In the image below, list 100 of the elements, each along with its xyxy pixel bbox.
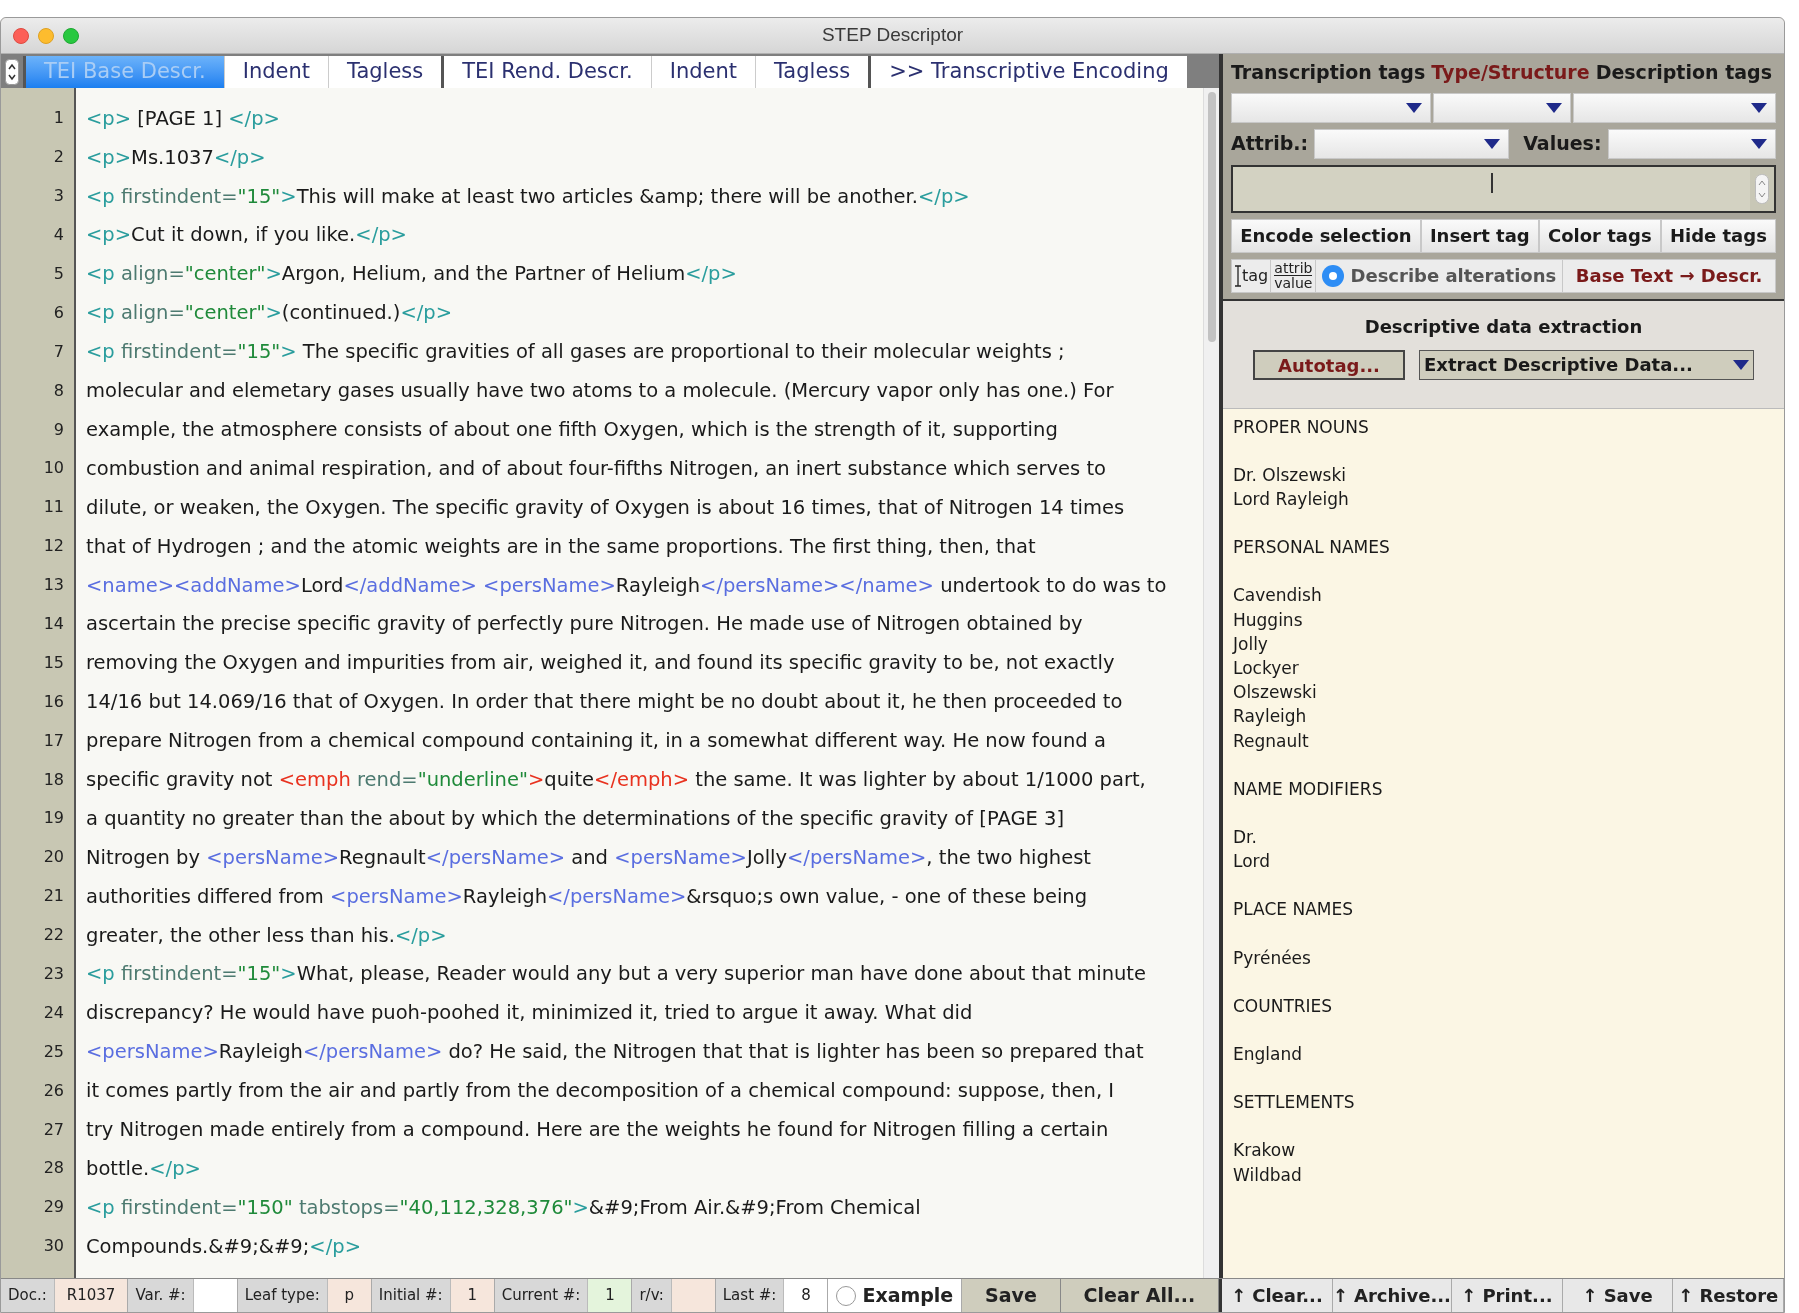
zoom-button[interactable]: [63, 27, 79, 44]
code-line: <p align="center">(continued.)</p>: [86, 300, 453, 327]
minimize-button[interactable]: [38, 27, 54, 44]
code-line: that of Hydrogen ; and the atomic weights are in the same proportions. The first thing, then, that: [86, 533, 1036, 560]
field-label: Doc.:: [7, 1285, 48, 1307]
close-button[interactable]: [13, 27, 29, 44]
tab[interactable]: Indent: [650, 56, 755, 88]
code-line: <p align="center">Argon, Helium, and the Partner of Helium</p>: [86, 261, 737, 288]
line-number: 9: [53, 418, 64, 441]
line-number: 16: [43, 690, 64, 713]
code-line: <persName>Rayleigh</persName> do? He said, the Nitrogen that that is lighter has been so prepared that: [86, 1039, 1144, 1066]
field-value[interactable]: 1: [587, 1279, 632, 1312]
line-number: 4: [53, 224, 64, 247]
tab[interactable]: Tagless: [328, 56, 442, 88]
scrollbar[interactable]: [1203, 88, 1219, 1278]
code-line: discrepancy? He would have puoh-poohed it, minimized it, tried to argue it away. What did: [86, 1000, 973, 1027]
code-line: <p> [PAGE 1] </p>: [86, 105, 280, 132]
dropdown[interactable]: [1573, 92, 1776, 123]
line-number: 21: [43, 885, 64, 908]
text-cursor-icon: [1490, 172, 1493, 193]
action-button[interactable]: ↑ Restore: [1673, 1279, 1784, 1312]
line-number: 30: [43, 1235, 64, 1258]
panel-button[interactable]: Hide tags: [1660, 218, 1776, 253]
field-value[interactable]: p: [326, 1279, 371, 1312]
dropdown[interactable]: [1433, 92, 1571, 123]
stepper-icon[interactable]: [5, 59, 19, 85]
code-line: <p>Cut it down, if you like.</p>: [86, 222, 407, 249]
dropdown-arrow-icon: [1484, 138, 1501, 149]
action-button[interactable]: ↑ Archive...: [1332, 1279, 1452, 1312]
describe-alterations-radio[interactable]: Describe alterations: [1316, 259, 1564, 292]
line-number: 27: [43, 1118, 64, 1141]
line-number: 22: [43, 924, 64, 947]
attrib-value-button[interactable]: attrib value: [1271, 259, 1317, 292]
dropdown[interactable]: [1607, 128, 1776, 159]
tag-insert-button[interactable]: tag: [1232, 259, 1272, 292]
line-number: 12: [43, 535, 64, 558]
extract-dropdown[interactable]: Extract Descriptive Data...: [1419, 349, 1754, 380]
line-number: 2: [53, 146, 64, 169]
code-line: Nitrogen by <persName>Regnault</persName> and <persName>Jolly</persName>, the two highest: [86, 844, 1091, 871]
code-line: a quantity no greater than the about by which the determinations of the specific gravity of [PAGE 3]: [86, 805, 1065, 832]
code-line: molecular and elemetary gases usually have two atoms to a molecule. (Mercury vapor only has one.) For: [86, 378, 1114, 405]
list-item: England: [1233, 1042, 1303, 1066]
tab[interactable]: Tagless: [755, 56, 869, 88]
field-label: r/v:: [638, 1285, 665, 1307]
panel-button[interactable]: Insert tag: [1420, 218, 1539, 253]
line-number: 29: [43, 1196, 64, 1219]
list-item: Lord Rayleigh: [1233, 487, 1350, 511]
list-item: Wildbad: [1233, 1163, 1303, 1187]
code-line: 14/16 but 14.069/16 that of Oxygen. In order that there might be no doubt about it, he then proceeded to: [86, 689, 1123, 716]
field-label: Initial #:: [377, 1285, 444, 1307]
line-number: 20: [43, 846, 64, 869]
list-heading: PERSONAL NAMES: [1233, 536, 1391, 560]
field-value[interactable]: R1037: [53, 1279, 128, 1312]
values-label: Values:: [1523, 131, 1602, 157]
scrollbar-thumb[interactable]: [1207, 92, 1216, 342]
example-radio[interactable]: Example: [828, 1279, 963, 1312]
autotag-button[interactable]: Autotag...: [1253, 349, 1405, 380]
list-item: Dr. Olszewski: [1233, 463, 1347, 487]
line-number: 10: [43, 457, 64, 480]
code-line: try Nitrogen made entirely from a compound. Here are the weights he found for Nitrogen filling a certain: [86, 1116, 1109, 1143]
line-number: 1: [53, 107, 64, 130]
list-heading: PLACE NAMES: [1233, 898, 1354, 922]
status-button[interactable]: Clear All...: [1060, 1279, 1219, 1312]
column-header: Transcription tags: [1231, 60, 1426, 85]
line-number: 24: [43, 1001, 64, 1024]
status-button[interactable]: Save: [962, 1279, 1061, 1312]
dropdown[interactable]: [1231, 92, 1431, 123]
line-number: 23: [43, 963, 64, 986]
tab[interactable]: Indent: [223, 56, 329, 88]
code-line: Compounds.&#9;&#9;</p>: [86, 1233, 361, 1260]
field-label: Last #:: [721, 1285, 778, 1307]
dropdown-arrow-icon: [1733, 359, 1749, 370]
code-line: ascertain the precise specific gravity of perfectly pure Nitrogen. He made use of Nitrogen obtained by: [86, 611, 1083, 638]
list-item: Jolly: [1233, 632, 1269, 656]
section-title: Descriptive data extraction: [1364, 314, 1643, 339]
panel-button[interactable]: Encode selection: [1231, 218, 1421, 253]
list-heading: PROPER NOUNS: [1233, 415, 1370, 439]
tab[interactable]: TEI Rend. Descr.: [441, 56, 651, 88]
line-number: 18: [43, 768, 64, 791]
code-line: dilute, or weaken, the Oxygen. The specific gravity of Oxygen is about 16 times, that of Nitrogen 14 times: [86, 494, 1125, 521]
field-value[interactable]: [192, 1279, 237, 1312]
action-button[interactable]: ↑ Clear...: [1222, 1279, 1333, 1312]
dropdown-arrow-icon: [1406, 102, 1422, 113]
list-item: Krakow: [1233, 1139, 1297, 1163]
code-line: removing the Oxygen and impurities from air, weighed it, and found its specific gravity to be, not exactly: [86, 650, 1115, 677]
action-button[interactable]: ↑ Print...: [1451, 1279, 1563, 1312]
line-number: 15: [43, 651, 64, 674]
action-button[interactable]: ↑ Save: [1562, 1279, 1674, 1312]
panel-button[interactable]: Color tags: [1538, 218, 1661, 253]
code-line: <p firstindent="15"> The specific gravities of all gases are proportional to their molecular weights ;: [86, 339, 1065, 366]
tab[interactable]: >> Transcriptive Encoding: [868, 56, 1187, 88]
base-text-button[interactable]: Base Text → Descr.: [1563, 259, 1775, 292]
dropdown-arrow-icon: [1751, 138, 1767, 149]
code-line: prepare Nitrogen from a chemical compound containing it, in a somewhat different way. He now found a: [86, 728, 1106, 755]
window-title: STEP Descriptor: [821, 23, 964, 48]
tag-text-area[interactable]: [1231, 164, 1776, 213]
dropdown[interactable]: [1314, 128, 1510, 159]
field-value[interactable]: 8: [783, 1279, 828, 1312]
field-value[interactable]: 1: [449, 1279, 494, 1312]
field-value[interactable]: [670, 1279, 715, 1312]
